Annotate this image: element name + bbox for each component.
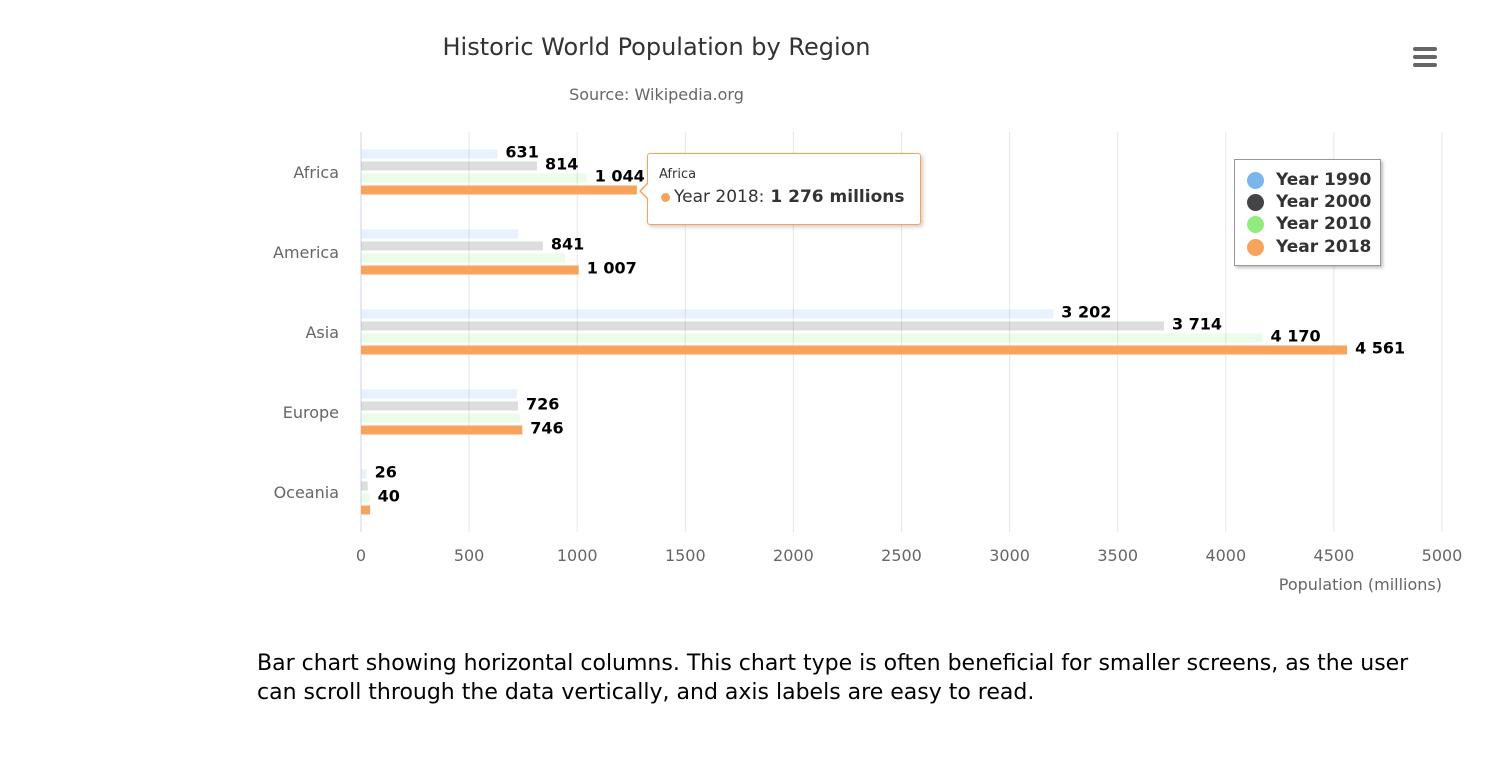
legend-marker [1247, 215, 1264, 233]
legend-label: Year 1990 [1276, 170, 1372, 190]
legend-marker [1247, 171, 1264, 189]
chart-tooltip: Africa Year 2018: 1 276 millions [639, 153, 921, 225]
legend-label: Year 2018 [1276, 237, 1372, 257]
x-tick-label: 5000 [1422, 546, 1463, 565]
bar [361, 253, 566, 263]
bar [361, 265, 579, 275]
bar [361, 333, 1263, 343]
legend-marker [1247, 238, 1264, 256]
category-label: Asia [305, 323, 339, 342]
category-label: Africa [293, 163, 339, 182]
bar [361, 241, 543, 251]
data-label: 3 202 [1061, 303, 1111, 322]
x-tick-label: 2500 [881, 546, 922, 565]
legend-item-2010[interactable]: Year 2010 [1247, 213, 1371, 235]
x-tick-label: 0 [356, 546, 366, 565]
category-label: Oceania [274, 483, 339, 502]
legend-item-2018[interactable]: Year 2018 [1247, 236, 1371, 258]
legend-label: Year 2010 [1276, 214, 1372, 234]
legend-item-2000[interactable]: Year 2000 [1247, 191, 1371, 213]
data-label: 40 [378, 487, 400, 506]
bar [361, 149, 498, 159]
bar [361, 309, 1054, 319]
category-label: Europe [283, 403, 339, 422]
bar [361, 185, 637, 195]
tooltip-value: 1 276 millions [770, 187, 905, 207]
x-tick-label: 2000 [773, 546, 814, 565]
bar [361, 505, 371, 515]
category-label: America [273, 243, 339, 262]
tooltip-series-label: Year 2018: [674, 187, 765, 207]
bar [361, 345, 1348, 355]
plot-area: 0 500 1000 1500 2000 2500 3000 3500 4000 4500 5000… [273, 132, 1463, 594]
bar [361, 413, 520, 423]
legend-marker [1247, 193, 1264, 211]
data-label: 26 [375, 463, 397, 482]
data-label: 631 [505, 143, 538, 162]
bar [361, 401, 518, 411]
x-tick-label: 4000 [1205, 546, 1246, 565]
bar [361, 161, 537, 171]
data-label: 814 [545, 155, 578, 174]
chart-caption: Bar chart showing horizontal columns. Th… [257, 651, 1409, 705]
data-label: 3 714 [1172, 315, 1222, 334]
tooltip-series-marker [661, 192, 670, 202]
data-label: 746 [530, 419, 563, 438]
legend-item-1990[interactable]: Year 1990 [1247, 169, 1371, 191]
chart-legend: Year 1990 Year 2000 Year 2010 Year 2018 [1234, 159, 1381, 266]
data-label: 1 007 [587, 259, 637, 278]
bar [361, 469, 367, 479]
x-tick-label: 500 [454, 546, 485, 565]
data-label: 726 [526, 395, 559, 414]
x-tick-label: 1000 [557, 546, 598, 565]
bar [361, 229, 519, 239]
bar [361, 321, 1164, 331]
tooltip-body: Year 2018: 1 276 millions [661, 187, 904, 207]
tooltip-category: Africa [659, 167, 697, 182]
x-tick-label: 3500 [1097, 546, 1138, 565]
bar [361, 389, 517, 399]
x-tick-label: 4500 [1314, 546, 1355, 565]
bar [361, 425, 523, 435]
legend-label: Year 2000 [1276, 192, 1372, 212]
x-tick-label: 1500 [665, 546, 706, 565]
data-label: 841 [551, 235, 584, 254]
data-label: 4 170 [1271, 327, 1321, 346]
x-axis-title: Population (millions) [1279, 575, 1442, 594]
tooltip-arrow-inner [641, 183, 649, 199]
data-label: 1 044 [595, 167, 645, 186]
x-tick-label: 3000 [989, 546, 1030, 565]
data-label: 4 561 [1355, 339, 1405, 358]
bar [361, 481, 368, 491]
bar [361, 493, 370, 503]
chart-container: Historic World Population by Region Sour… [0, 0, 1487, 620]
bar [361, 173, 587, 183]
